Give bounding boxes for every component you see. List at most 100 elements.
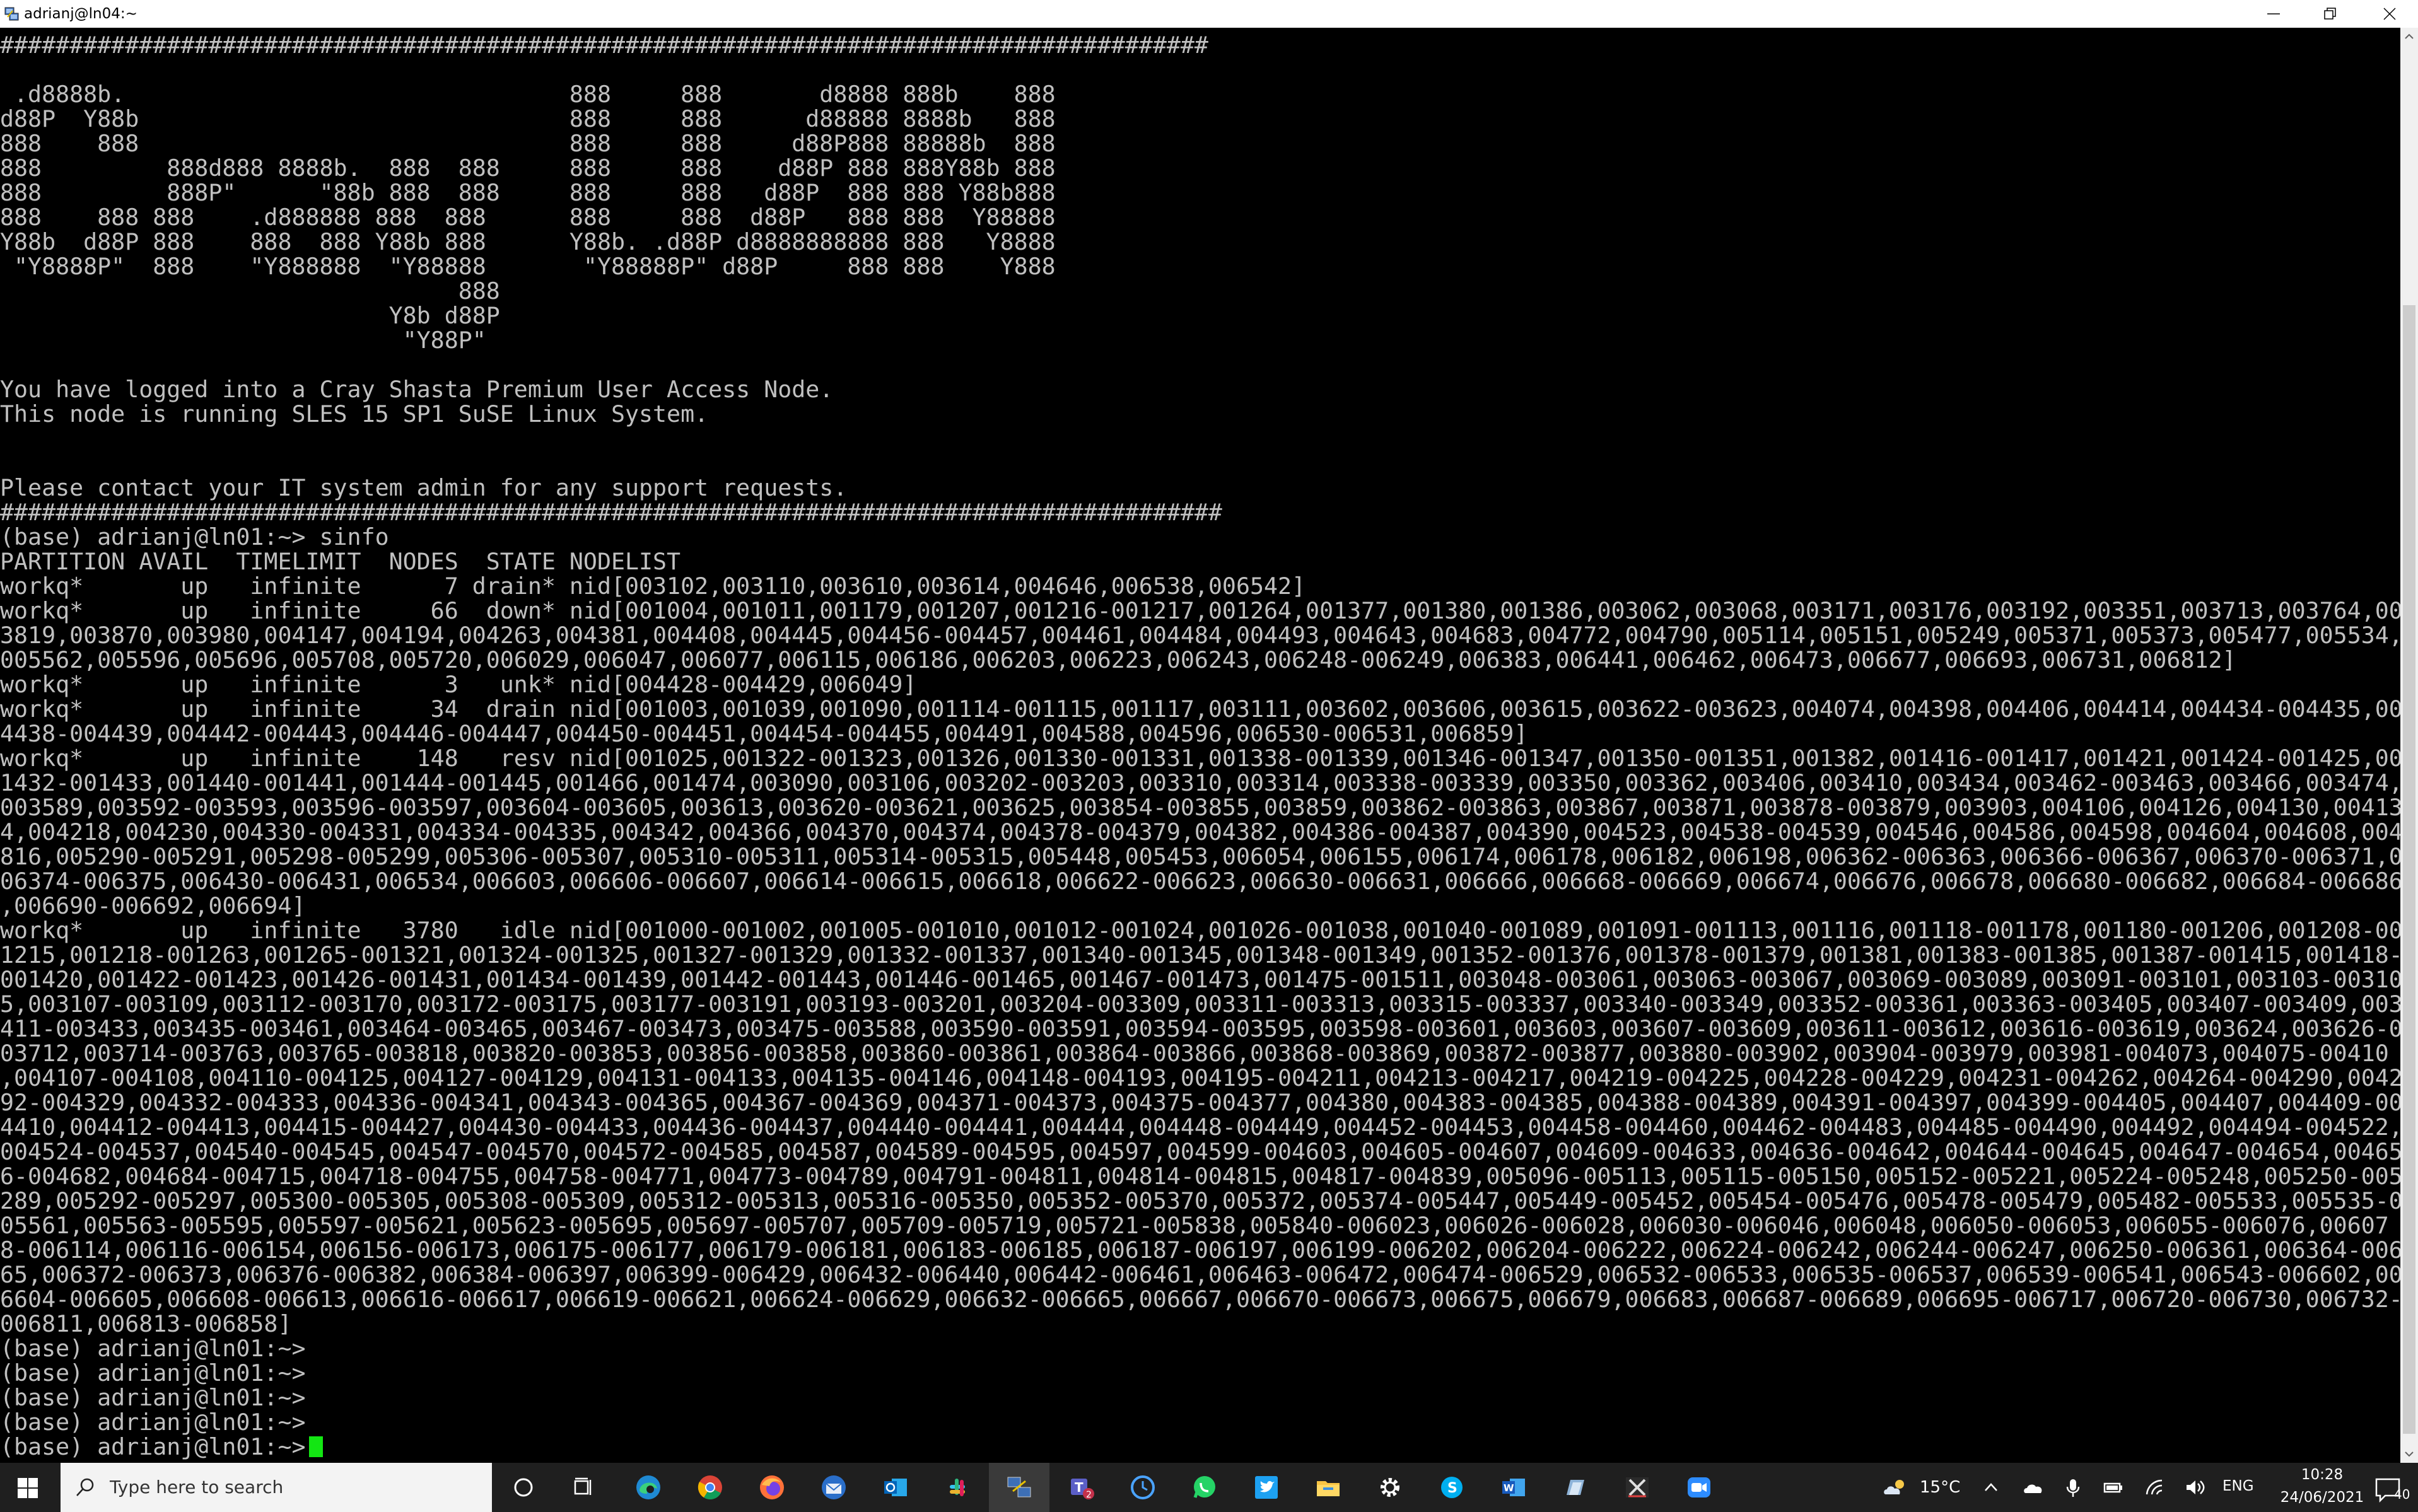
onedrive-cloud-icon: [2024, 1484, 2042, 1493]
file-explorer-icon: [1317, 1481, 1340, 1496]
terminal-line: 06374-006375,006430-006431,006534,006603…: [0, 868, 2400, 895]
restore-button[interactable]: [2302, 0, 2359, 28]
scrollbar-thumb[interactable]: [2403, 305, 2415, 1434]
slack-button[interactable]: [927, 1463, 988, 1512]
microphone-tray-button[interactable]: [2059, 1463, 2089, 1512]
cortana-icon: [514, 1478, 533, 1497]
vertical-scrollbar[interactable]: [2400, 28, 2418, 1463]
network-terminal-icon: [1007, 1477, 1031, 1497]
twitter-icon: [1255, 1476, 1278, 1499]
terminal-line: workq* up infinite 3 unk* nid[004428-004…: [0, 671, 917, 698]
outlook-icon: [884, 1479, 907, 1496]
terminal-line: 65,006372-006373,006376-006382,006384-00…: [0, 1261, 2400, 1288]
scroll-up-arrow-icon[interactable]: [2400, 28, 2418, 45]
minimize-button[interactable]: [2245, 0, 2302, 28]
volume-tray-button[interactable]: [2180, 1463, 2210, 1512]
terminal-line: 1215,001218-001263,001265-001321,001324-…: [0, 941, 2400, 968]
skype-icon: S: [1441, 1477, 1463, 1498]
show-hidden-icons-button[interactable]: [1977, 1463, 2007, 1512]
prompt-text: (base) adrianj@ln01:~>: [0, 1433, 306, 1460]
network-terminal-button[interactable]: [989, 1463, 1049, 1512]
terminal-line: 289,005292-005297,005300-005305,005308-0…: [0, 1187, 2400, 1214]
teams-button[interactable]: T 2: [1051, 1463, 1111, 1512]
terminal-line: 006811,006813-006858]: [0, 1310, 292, 1337]
terminal-output[interactable]: ########################################…: [0, 28, 2400, 1463]
terminal-text: ########################################…: [0, 33, 2400, 1459]
edge-button[interactable]: [618, 1463, 679, 1512]
clock-date[interactable]: 24/06/2021: [2268, 1489, 2376, 1506]
terminal-active-prompt[interactable]: (base) adrianj@ln01:~>: [0, 1434, 2400, 1459]
terminal-line: 6604-006605,006608-006613,006616-006617,…: [0, 1286, 2400, 1313]
onedrive-tray-button[interactable]: [2018, 1463, 2048, 1512]
terminal-line: d88P Y88b 888 888 d88888 8888b 888: [0, 105, 1056, 132]
clock-app-icon: [1131, 1475, 1155, 1499]
weather-temperature[interactable]: 15°C: [1920, 1478, 1960, 1497]
terminal-line: You have logged into a Cray Shasta Premi…: [0, 376, 834, 403]
terminal-line: 5,003107-003109,003112-003170,003172-003…: [0, 991, 2400, 1018]
window-title: adrianj@ln04:~: [24, 6, 137, 22]
thunderbird-button[interactable]: [803, 1463, 864, 1512]
settings-icon: [1381, 1478, 1399, 1497]
putty-button[interactable]: [1545, 1463, 1606, 1512]
terminal-line: This node is running SLES 15 SP1 SuSE Li…: [0, 400, 709, 427]
search-icon: [76, 1478, 94, 1496]
battery-tray-button[interactable]: [2098, 1463, 2128, 1512]
thunderbird-icon: [822, 1475, 846, 1499]
terminal-line: Y8b d88P: [0, 302, 500, 329]
taskbar: Type here to search T 2 S W 15°C ENG 10:…: [0, 1463, 2418, 1512]
settings-button[interactable]: [1360, 1463, 1420, 1512]
terminal-line: 004524-004537,004540-004545,004547-00457…: [0, 1138, 2400, 1165]
start-button[interactable]: [0, 1463, 58, 1512]
close-button[interactable]: [2361, 0, 2418, 28]
clock-app-button[interactable]: [1113, 1463, 1173, 1512]
close-icon: [2383, 8, 2396, 20]
chrome-button[interactable]: [680, 1463, 740, 1512]
skype-button[interactable]: S: [1422, 1463, 1482, 1512]
twitter-button[interactable]: [1236, 1463, 1297, 1512]
terminal-line: (base) adrianj@ln01:~>: [0, 1409, 306, 1436]
task-view-button[interactable]: [554, 1463, 614, 1512]
terminal-line: 816,005290-005291,005298-005299,005306-0…: [0, 843, 2400, 870]
terminal-line: 4410,004412-004413,004415-004427,004430-…: [0, 1114, 2400, 1141]
file-explorer-button[interactable]: [1298, 1463, 1358, 1512]
word-icon: W: [1502, 1479, 1525, 1496]
terminal-line: 05561,005563-005595,005597-005621,005623…: [0, 1212, 2389, 1239]
clock-time[interactable]: 10:28: [2278, 1467, 2366, 1483]
window-title-bar[interactable]: adrianj@ln04:~: [0, 0, 2418, 28]
svg-text:T: T: [1075, 1480, 1083, 1495]
input-language[interactable]: ENG: [2222, 1478, 2254, 1494]
terminal-line: .d8888b. 888 888 d8888 888b 888: [0, 81, 1056, 108]
taskbar-search-box[interactable]: Type here to search: [61, 1463, 492, 1512]
zoom-button[interactable]: [1669, 1463, 1729, 1512]
xming-button[interactable]: [1607, 1463, 1667, 1512]
terminal-line: ########################################…: [0, 32, 1208, 59]
terminal-line: 8-006114,006116-006154,006156-006173,006…: [0, 1236, 2400, 1264]
windows-logo-icon: [18, 1478, 38, 1498]
terminal-line: ########################################…: [0, 499, 1222, 526]
action-center-button[interactable]: 40: [2369, 1463, 2414, 1512]
microphone-icon: [2066, 1479, 2080, 1497]
weather-widget[interactable]: [1877, 1463, 1915, 1512]
whatsapp-button[interactable]: [1174, 1463, 1235, 1512]
chevron-up-icon: [1985, 1483, 1997, 1491]
scroll-down-arrow-icon[interactable]: [2400, 1445, 2418, 1463]
terminal-line: 411-003433,003435-003461,003464-003465,0…: [0, 1015, 2400, 1042]
whatsapp-icon: [1193, 1476, 1215, 1498]
outlook-button[interactable]: [865, 1463, 926, 1512]
terminal-line: 3819,003870,003980,004147,004194,004263,…: [0, 622, 2400, 649]
terminal-line: 4,004218,004230,004330-004331,004334-004…: [0, 818, 2400, 846]
firefox-icon: [760, 1475, 784, 1499]
terminal-line: Please contact your IT system admin for …: [0, 474, 848, 501]
cortana-button[interactable]: [493, 1463, 554, 1512]
wifi-tray-button[interactable]: [2139, 1463, 2170, 1512]
firefox-button[interactable]: [742, 1463, 802, 1512]
chrome-icon: [698, 1475, 722, 1500]
word-button[interactable]: W: [1483, 1463, 1544, 1512]
terminal-line: 888 888 888 .d888888 888 888 888 888 d88…: [0, 204, 1056, 231]
battery-icon: [2103, 1482, 2122, 1493]
search-placeholder: Type here to search: [110, 1477, 284, 1497]
terminal-line: 888: [0, 277, 500, 305]
terminal-line: 003589,003592-003593,003596-003597,00360…: [0, 794, 2400, 821]
terminal-line: 888 888P" "88b 888 888 888 888 d88P 888 …: [0, 179, 1056, 206]
terminal-line: "Y8888P" 888 "Y888888 "Y88888 "Y88888P" …: [0, 253, 1056, 280]
